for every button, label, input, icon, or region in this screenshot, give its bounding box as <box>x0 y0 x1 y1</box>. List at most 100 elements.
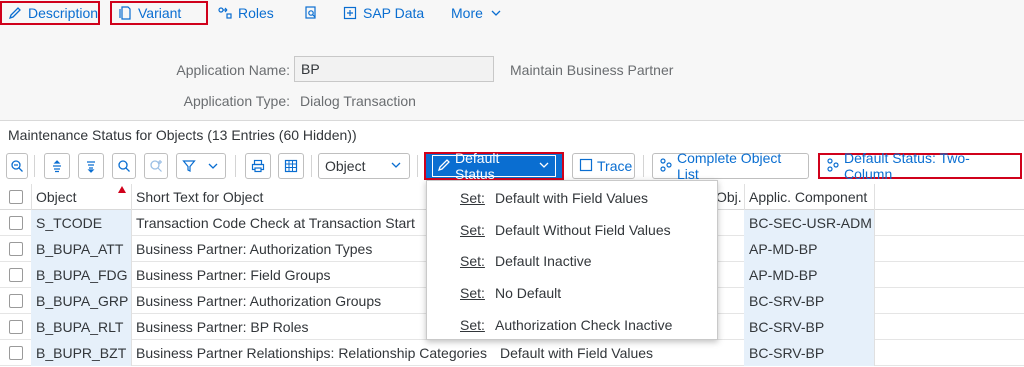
more-label: More <box>451 5 483 21</box>
object-cell[interactable]: B_BUPA_ATT <box>31 236 131 262</box>
column-header-short-text[interactable]: Short Text for Object <box>131 184 421 210</box>
chevron-down-icon <box>537 158 551 175</box>
menu-item-no-default[interactable]: Set: No Default <box>427 277 719 309</box>
sort-descending-button[interactable] <box>78 153 104 179</box>
checkbox-icon <box>579 158 593 175</box>
spreadsheet-button[interactable] <box>278 153 304 179</box>
menu-item-default-without-field-values[interactable]: Set: Default Without Field Values <box>427 214 719 246</box>
object-cell[interactable]: S_TCODE <box>31 210 131 236</box>
status-cell: Default with Field Values <box>500 345 654 361</box>
row-checkbox[interactable] <box>9 242 23 256</box>
sort-descending-icon <box>84 159 98 173</box>
row-checkbox[interactable] <box>9 268 23 282</box>
default-status-two-column-button[interactable]: Default Status: Two-Column <box>818 150 1022 182</box>
column-header-applic-component[interactable]: Applic. Component <box>744 184 874 210</box>
app-name-description: Maintain Business Partner <box>510 62 674 78</box>
pencil-icon <box>437 158 451 175</box>
filter-button[interactable] <box>176 153 226 179</box>
app-type-label: Application Type: <box>183 93 290 109</box>
object-cell[interactable]: B_BUPA_FDG <box>31 262 131 288</box>
description-button[interactable]: Description <box>0 1 100 25</box>
default-status-button[interactable]: Default Status <box>424 150 564 182</box>
set-label: Set: <box>460 222 485 238</box>
pencil-icon <box>8 6 22 20</box>
search-document-icon <box>304 6 318 20</box>
menu-item-label: Default with Field Values <box>495 190 649 206</box>
default-status-two-column-label: Default Status: Two-Column <box>844 150 970 182</box>
chevron-down-icon <box>206 159 220 173</box>
search-next-button[interactable] <box>144 153 168 179</box>
trace-button[interactable]: Trace <box>572 153 635 179</box>
panel-title: Maintenance Status for Objects (13 Entri… <box>8 127 357 143</box>
sap-data-label: SAP Data <box>363 5 425 21</box>
set-label: Set: <box>460 285 485 301</box>
search-plus-icon <box>149 159 163 173</box>
app-name-field[interactable]: BP <box>294 56 494 82</box>
table-row[interactable]: B_BUPR_BZT Business Partner Relationships… <box>0 340 1024 366</box>
filter-icon <box>182 159 196 173</box>
roles-label: Roles <box>238 5 274 21</box>
object-cell[interactable]: B_BUPA_RLT <box>31 314 131 340</box>
menu-item-default-with-field-values[interactable]: Set: Default with Field Values <box>427 182 719 214</box>
chevron-down-icon <box>389 158 403 175</box>
set-label: Set: <box>460 253 485 269</box>
component-cell: BC-SRV-BP <box>744 340 874 366</box>
menu-item-label: Authorization Check Inactive <box>495 317 673 333</box>
component-cell: AP-MD-BP <box>744 262 874 288</box>
printer-icon <box>251 159 265 173</box>
print-button[interactable] <box>245 153 271 179</box>
menu-item-default-inactive[interactable]: Set: Default Inactive <box>427 245 719 277</box>
component-cell: BC-SEC-USR-ADM <box>744 210 874 236</box>
select-all-checkbox[interactable] <box>9 190 23 204</box>
grid-icon <box>284 159 298 173</box>
object-select-value: Object <box>325 158 366 174</box>
variant-label: Variant <box>138 5 182 21</box>
add-square-icon <box>343 6 357 20</box>
document-icon <box>118 6 132 20</box>
component-cell: AP-MD-BP <box>744 236 874 262</box>
component-cell: BC-SRV-BP <box>744 288 874 314</box>
app-name-label: Application Name: <box>176 62 290 78</box>
row-checkbox[interactable] <box>9 216 23 230</box>
search-button[interactable] <box>112 153 136 179</box>
search-icon <box>117 159 131 173</box>
component-cell: BC-SRV-BP <box>744 314 874 340</box>
sort-ascending-button[interactable] <box>44 153 70 179</box>
menu-item-label: Default Without Field Values <box>495 222 671 238</box>
sap-data-button[interactable]: SAP Data <box>337 1 430 25</box>
set-label: Set: <box>460 317 485 333</box>
object-select[interactable]: Object <box>318 153 410 179</box>
object-hierarchy-icon <box>659 157 673 175</box>
object-cell[interactable]: B_BUPA_GRP <box>31 288 131 314</box>
default-status-label: Default Status <box>455 150 500 182</box>
menu-item-label: Default Inactive <box>495 253 592 269</box>
complete-object-list-button[interactable]: Complete Object List <box>652 150 809 182</box>
row-checkbox[interactable] <box>9 346 23 360</box>
menu-item-authorization-check-inactive[interactable]: Set: Authorization Check Inactive <box>427 309 719 341</box>
top-menu: Description Variant Roles SAP Data More <box>0 0 1024 26</box>
more-menu[interactable]: More <box>445 1 509 25</box>
object-cell[interactable]: B_BUPR_BZT <box>31 340 131 366</box>
sort-ascending-icon <box>50 159 64 173</box>
app-type-value: Dialog Transaction <box>300 93 416 109</box>
sort-indicator-icon <box>118 186 126 193</box>
description-label: Description <box>28 5 99 21</box>
column-header-object[interactable]: Object <box>31 184 131 210</box>
toolbar-separator <box>235 155 236 177</box>
zoom-button[interactable] <box>6 153 28 179</box>
default-status-menu: Set: Default with Field Values Set: Defa… <box>426 180 718 340</box>
row-checkbox[interactable] <box>9 294 23 308</box>
toolbar-separator <box>311 155 312 177</box>
row-checkbox[interactable] <box>9 320 23 334</box>
chevron-down-icon <box>489 6 503 20</box>
set-label: Set: <box>460 190 485 206</box>
object-hierarchy-icon <box>826 157 840 175</box>
short-text-cell: Business Partner Relationships: Relation… <box>136 345 487 361</box>
complete-object-list-label: Complete Object List <box>677 150 782 182</box>
variant-button[interactable]: Variant <box>110 1 208 25</box>
roles-button[interactable]: Roles <box>212 1 280 25</box>
toolbar-separator <box>643 155 644 177</box>
toolbar-separator <box>34 155 35 177</box>
trace-label: Trace <box>597 158 633 174</box>
search-document-button[interactable] <box>298 1 324 25</box>
